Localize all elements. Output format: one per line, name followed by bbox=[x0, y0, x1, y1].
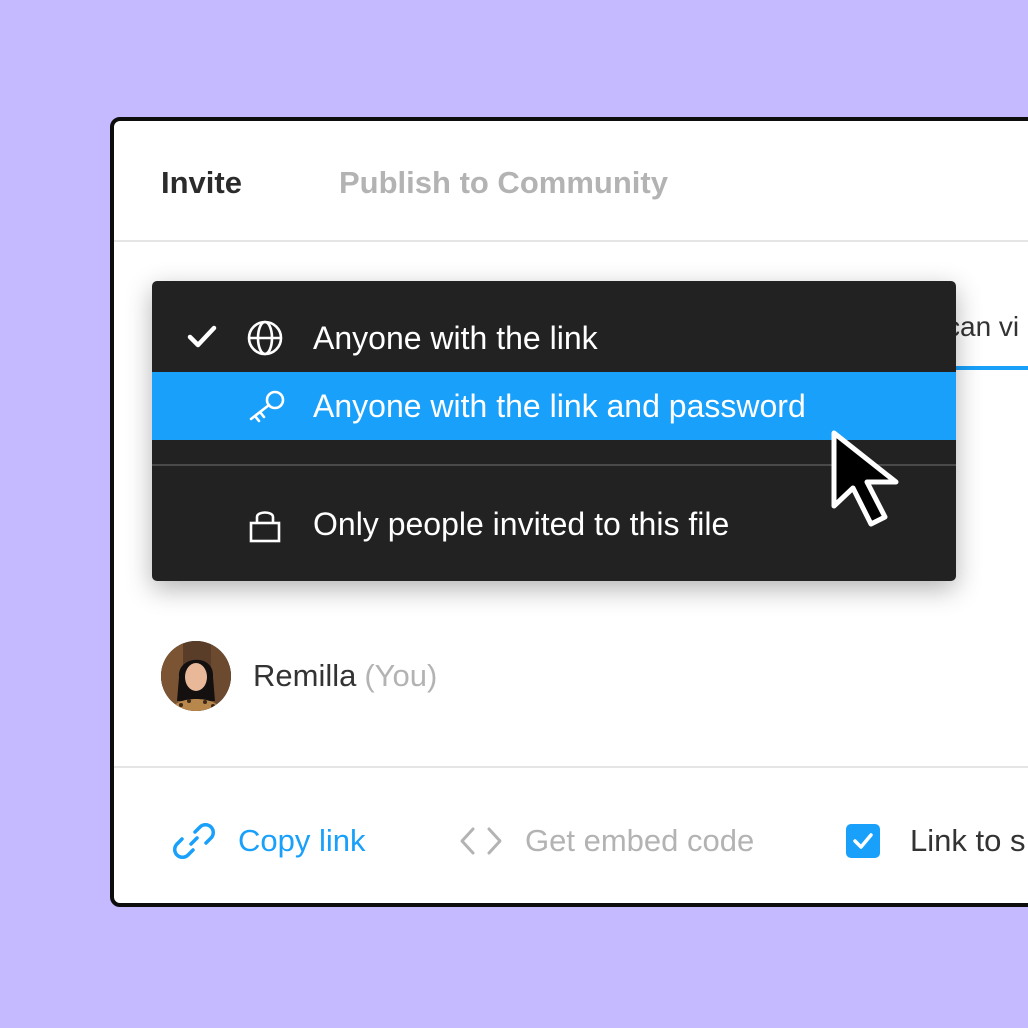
link-icon bbox=[172, 819, 216, 863]
user-name-line: Remilla (You) bbox=[253, 658, 437, 694]
lock-icon bbox=[247, 506, 283, 543]
menu-item-anyone-with-link[interactable]: Anyone with the link bbox=[152, 304, 956, 372]
copy-link-label: Copy link bbox=[238, 823, 366, 858]
avatar bbox=[161, 641, 231, 711]
get-embed-code-button[interactable]: Get embed code bbox=[459, 816, 754, 866]
menu-item-label: Anyone with the link bbox=[313, 320, 598, 356]
get-embed-code-label: Get embed code bbox=[525, 823, 755, 858]
copy-link-button[interactable]: Copy link bbox=[172, 816, 366, 866]
tab-invite[interactable]: Invite bbox=[161, 165, 242, 201]
user-row: Remilla (You) bbox=[161, 641, 661, 711]
link-to-checkbox[interactable] bbox=[846, 824, 880, 858]
link-to-option: Link to s bbox=[846, 816, 1025, 866]
user-name: Remilla bbox=[253, 658, 357, 693]
code-icon bbox=[459, 824, 503, 858]
globe-icon bbox=[247, 320, 283, 356]
user-you-tag: (You) bbox=[364, 658, 438, 693]
key-icon bbox=[247, 388, 285, 424]
mouse-cursor-icon bbox=[831, 430, 899, 527]
header-divider bbox=[114, 240, 1028, 242]
checkmark-icon bbox=[853, 833, 873, 849]
checkmark-icon bbox=[187, 324, 217, 355]
permission-select-value: can vi bbox=[946, 311, 1020, 342]
menu-item-label: Only people invited to this file bbox=[313, 506, 730, 542]
tab-publish-to-community[interactable]: Publish to Community bbox=[339, 165, 668, 201]
menu-item-label: Anyone with the link and password bbox=[313, 388, 806, 424]
link-to-label: Link to s bbox=[910, 823, 1026, 858]
footer-divider bbox=[114, 766, 1028, 768]
